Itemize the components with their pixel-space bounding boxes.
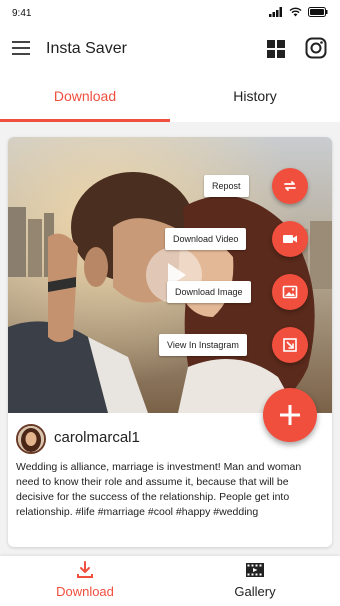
tab-download[interactable]: Download bbox=[0, 74, 170, 122]
active-tab-indicator bbox=[0, 119, 170, 122]
status-bar: 9:41 bbox=[0, 0, 340, 24]
username[interactable]: carolmarcal1 bbox=[54, 429, 140, 446]
download-icon bbox=[77, 561, 93, 578]
film-icon bbox=[246, 563, 264, 577]
bottom-nav: Download Gallery bbox=[0, 556, 340, 606]
nav-download-label: Download bbox=[56, 584, 114, 599]
video-camera-icon bbox=[283, 235, 297, 243]
post-caption: Wedding is alliance, marriage is investm… bbox=[16, 461, 302, 518]
signal-icon bbox=[269, 7, 282, 17]
image-icon bbox=[282, 285, 298, 299]
tab-download-label: Download bbox=[53, 88, 117, 104]
tab-history[interactable]: History bbox=[170, 74, 340, 122]
repost-label[interactable]: Repost bbox=[204, 175, 249, 197]
grid-view-icon[interactable] bbox=[267, 40, 285, 58]
status-time: 9:41 bbox=[12, 8, 32, 19]
wifi-icon bbox=[289, 7, 302, 17]
status-icons bbox=[269, 7, 328, 17]
download-image-label[interactable]: Download Image bbox=[167, 281, 251, 303]
nav-gallery-label: Gallery bbox=[234, 584, 276, 599]
view-in-instagram-button[interactable] bbox=[272, 327, 308, 363]
nav-gallery[interactable]: Gallery bbox=[170, 556, 340, 606]
hamburger-menu-icon[interactable] bbox=[12, 40, 30, 56]
avatar-image bbox=[18, 426, 44, 452]
download-video-button[interactable] bbox=[272, 221, 308, 257]
battery-icon bbox=[308, 7, 328, 17]
nav-download[interactable]: Download bbox=[0, 556, 170, 606]
repost-icon bbox=[284, 181, 296, 191]
download-image-button[interactable] bbox=[272, 274, 308, 310]
download-video-label[interactable]: Download Video bbox=[165, 228, 247, 250]
plus-icon bbox=[280, 405, 300, 425]
instagram-icon[interactable] bbox=[305, 37, 327, 59]
tab-history-label: History bbox=[233, 88, 277, 104]
avatar[interactable] bbox=[16, 424, 46, 454]
view-in-instagram-label[interactable]: View In Instagram bbox=[159, 334, 247, 356]
app-bar: Insta Saver bbox=[0, 24, 340, 74]
top-tabs: Download History bbox=[0, 74, 340, 122]
open-external-icon bbox=[283, 338, 297, 352]
app-title: Insta Saver bbox=[46, 40, 127, 57]
add-fab-button[interactable] bbox=[263, 388, 317, 442]
repost-button[interactable] bbox=[272, 168, 308, 204]
